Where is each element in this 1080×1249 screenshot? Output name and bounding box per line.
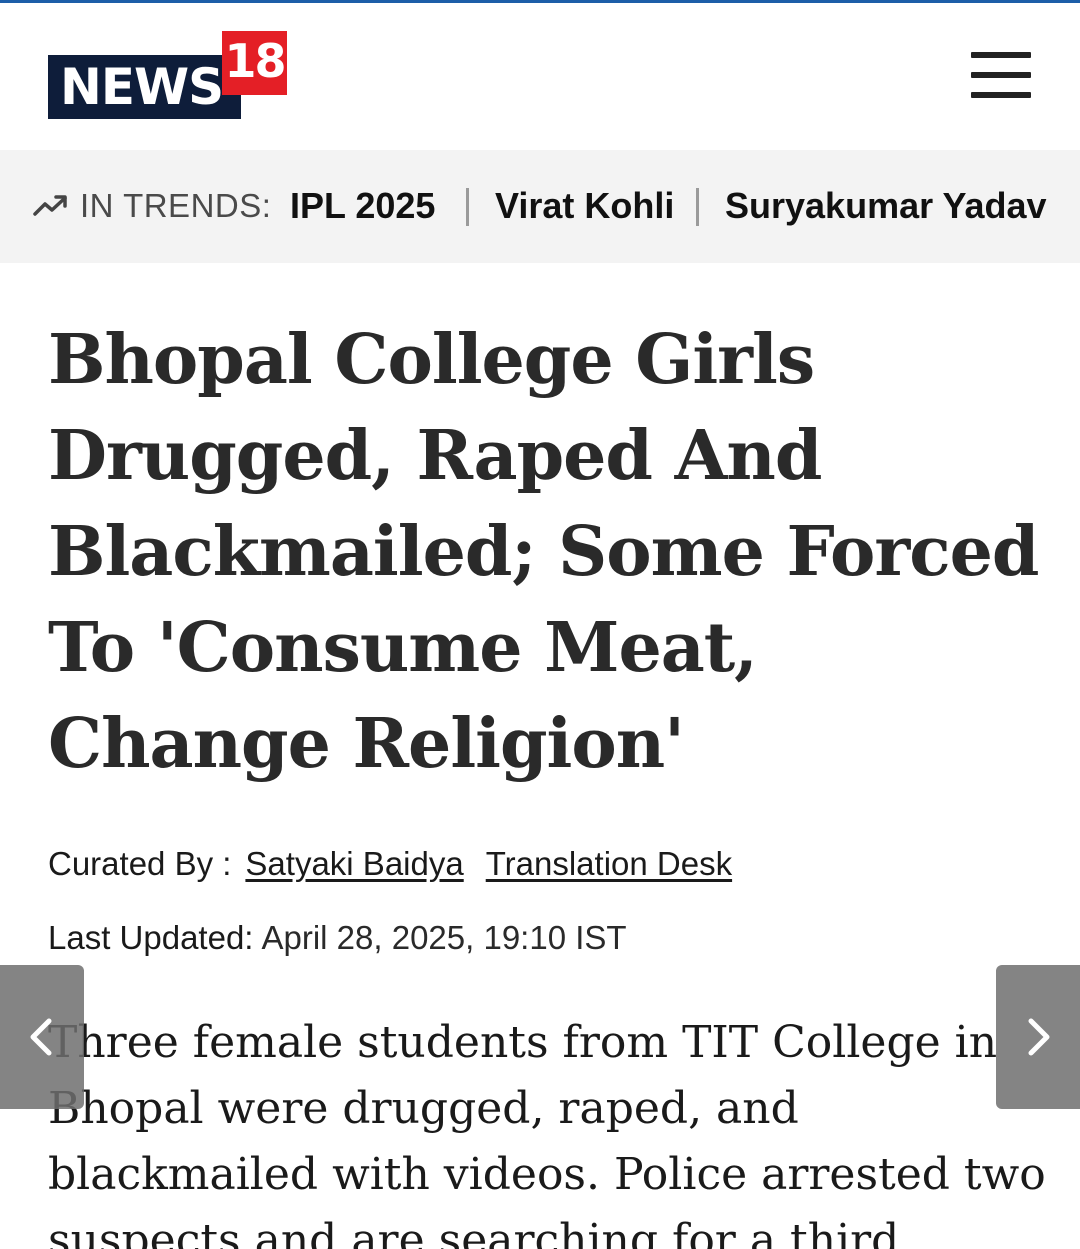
article-summary: Three female students from TIT College i… (48, 1017, 1046, 1249)
trending-up-icon (33, 195, 67, 216)
trend-separator (466, 188, 469, 226)
last-updated-label: Last Updated: (48, 919, 254, 956)
site-header: NEWS 18 (0, 3, 1080, 149)
news18-logo[interactable]: NEWS 18 (48, 31, 288, 121)
trend-link-ipl-2025[interactable]: IPL 2025 (290, 184, 435, 228)
next-article-button[interactable] (996, 965, 1080, 1109)
author-link-translation-desk[interactable]: Translation Desk (486, 845, 732, 882)
logo-18-badge: 18 (222, 31, 287, 95)
byline: Curated By : Satyaki Baidya Translation De… (48, 842, 732, 886)
hamburger-menu-icon[interactable] (966, 47, 1036, 103)
author-link-satyaki-baidya[interactable]: Satyaki Baidya (245, 845, 463, 882)
trends-bar: IN TRENDS: IPL 2025 Virat Kohli Suryakum… (0, 150, 1080, 263)
previous-article-button[interactable] (0, 965, 84, 1109)
trend-link-virat-kohli[interactable]: Virat Kohli (495, 184, 674, 228)
last-updated: Last Updated: April 28, 2025, 19:10 IST (48, 916, 627, 960)
logo-news-text: NEWS (48, 55, 241, 119)
article-headline: Bhopal College Girls Drugged, Raped And … (48, 320, 1039, 784)
chevron-right-icon (1028, 1018, 1050, 1056)
chevron-left-icon (30, 1018, 52, 1056)
trend-separator (696, 188, 699, 226)
last-updated-date: April 28, 2025, 19:10 IST (261, 919, 627, 956)
trends-label: IN TRENDS: (80, 187, 272, 224)
trend-link-suryakumar-yadav[interactable]: Suryakumar Yadav (725, 184, 1047, 228)
curated-by-label: Curated By : (48, 845, 232, 882)
page: NEWS 18 IN TRENDS: IPL 2025 Virat Kohli … (0, 0, 1080, 1249)
